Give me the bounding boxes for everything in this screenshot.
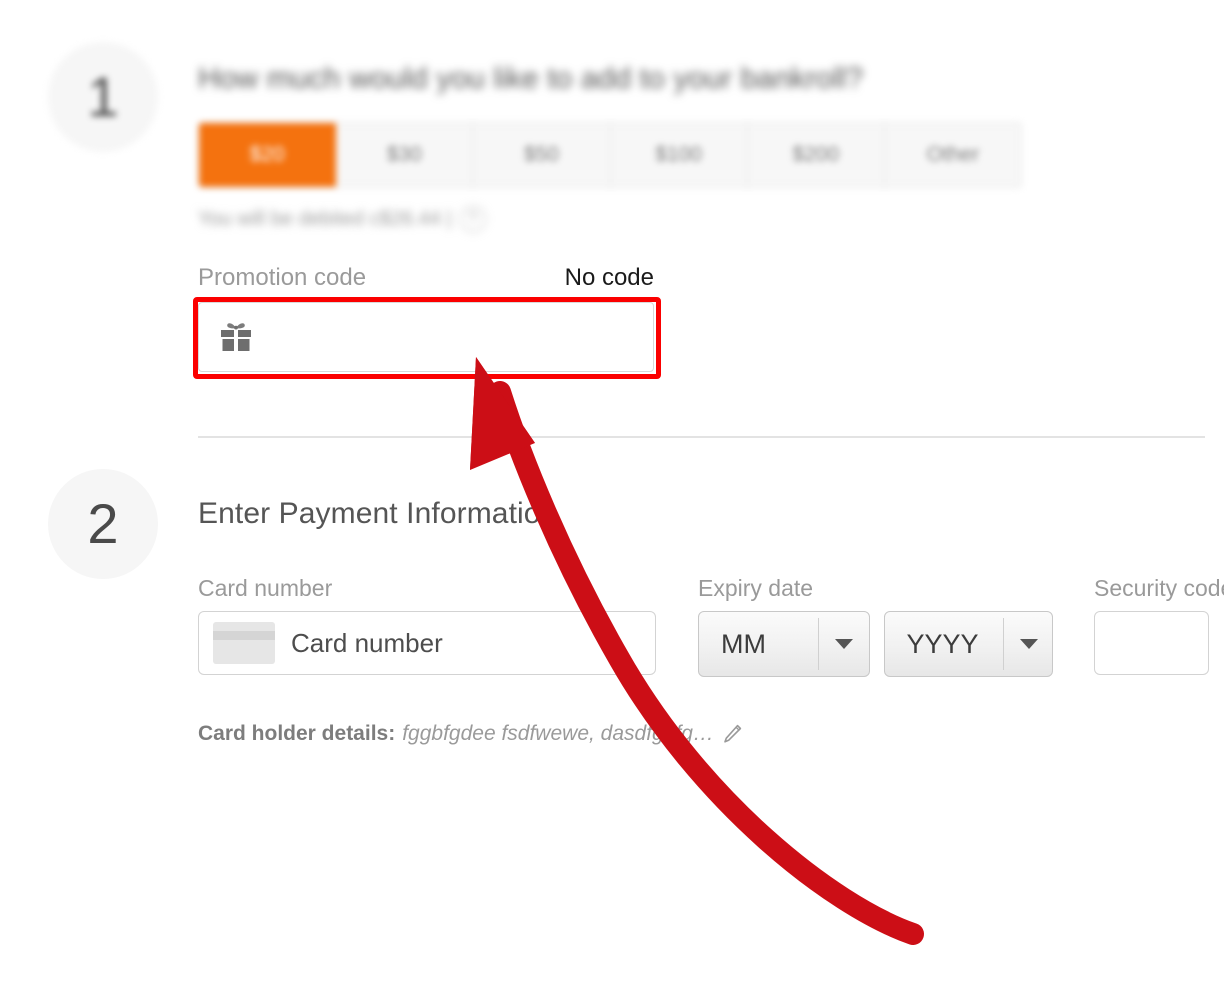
debit-summary: You will be debited c$26.44 | ?	[198, 206, 1224, 232]
security-code-label: Security code	[1094, 575, 1224, 601]
expiry-year-select[interactable]: YYYY	[883, 611, 1053, 677]
debit-summary-text: You will be debited c$26.44 |	[198, 207, 452, 230]
chevron-down-icon[interactable]	[1020, 639, 1038, 649]
promotion-code-highlight-box	[193, 297, 661, 379]
card-number-placeholder: Card number	[291, 627, 443, 658]
info-icon[interactable]: ?	[459, 206, 486, 232]
expiry-month-separator	[817, 618, 819, 670]
card-holder-label: Card holder details:	[198, 722, 396, 745]
security-code-field: Security code	[1094, 575, 1224, 675]
promotion-code-status: No code	[564, 264, 654, 291]
promotion-code-label: Promotion code	[198, 264, 367, 291]
step-1-title: How much would you like to add to your b…	[198, 62, 864, 95]
amount-selector-group[interactable]: $20 $30 $50 $100 $200 Other	[198, 122, 1022, 188]
chevron-down-icon[interactable]	[834, 639, 853, 649]
promotion-code-header: Promotion code No code	[198, 264, 654, 294]
payment-fields-row: Card number Card number Expiry date MM Y…	[198, 575, 1224, 677]
step-2-badge: 2	[48, 469, 158, 579]
expiry-date-field: Expiry date MM YYYY	[698, 575, 1053, 677]
amount-option-20[interactable]: $20	[199, 123, 337, 187]
card-holder-value: fggbfgdee fsdfwewe, dasdfg, fg…	[402, 722, 714, 745]
credit-card-icon	[213, 622, 275, 664]
expiry-selects: MM YYYY	[698, 611, 1053, 677]
step-1-badge: 1	[48, 42, 158, 152]
card-number-label: Card number	[198, 575, 333, 601]
deposit-page: 1 How much would you like to add to your…	[0, 0, 1224, 990]
amount-option-50[interactable]: $50	[473, 123, 611, 187]
expiry-month-value: MM	[721, 628, 766, 659]
card-holder-details: Card holder details: fggbfgdee fsdfwewe,…	[198, 722, 1224, 746]
security-code-input[interactable]	[1094, 611, 1209, 675]
gift-icon	[219, 321, 253, 353]
amount-option-30[interactable]: $30	[336, 123, 474, 187]
section-divider	[198, 436, 1205, 438]
expiry-year-separator	[1003, 618, 1004, 670]
amount-option-100[interactable]: $100	[610, 123, 748, 187]
promotion-code-block: Promotion code No code	[193, 264, 1224, 379]
amount-option-other[interactable]: Other	[884, 123, 1021, 187]
card-number-input[interactable]: Card number	[198, 611, 656, 675]
amount-option-200[interactable]: $200	[747, 123, 885, 187]
promotion-code-input-wrapper[interactable]	[193, 297, 661, 379]
card-number-field: Card number Card number	[198, 575, 656, 675]
step-2-title: Enter Payment Information	[198, 497, 558, 530]
edit-pencil-icon[interactable]	[721, 723, 743, 745]
step-1-body: How much would you like to add to your b…	[193, 62, 1224, 379]
expiry-year-value: YYYY	[906, 628, 979, 659]
step-2-body: Enter Payment Information Card number Ca…	[198, 497, 1224, 746]
expiry-date-label: Expiry date	[698, 575, 814, 601]
expiry-month-select[interactable]: MM	[698, 611, 870, 677]
